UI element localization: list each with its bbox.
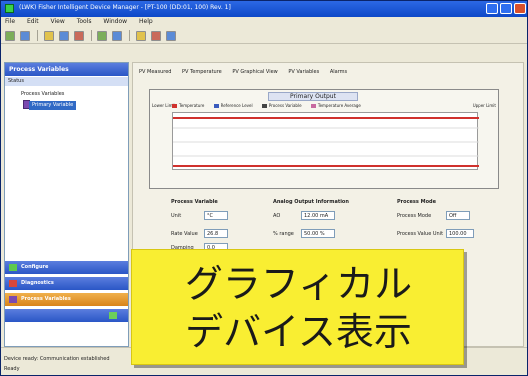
tree-root[interactable]: Status [5,77,128,86]
configure-button[interactable]: Configure [5,261,128,274]
legend-label: Process Variable [268,103,302,108]
process-variables-label: Process Variables [21,296,71,302]
maximize-button[interactable] [500,3,512,14]
expand-pane-button[interactable] [5,309,128,322]
process-variables-button[interactable]: Process Variables [5,293,128,306]
expand-icon [109,312,117,319]
ao-label: AO [273,213,281,219]
tab-alarms[interactable]: Alarms [330,69,347,75]
diagnostics-button[interactable]: Diagnostics [5,277,128,290]
process-value-unit-label: Process Value Unit [397,231,444,237]
chart-lines [173,117,479,167]
menu-window[interactable]: Window [103,18,127,25]
chart-legend: Temperature Reference Level Process Vari… [172,103,369,108]
menu-view[interactable]: View [51,18,65,25]
print-icon[interactable] [73,31,84,41]
ao-field[interactable]: 12.00 mA [301,211,335,220]
menu-edit[interactable]: Edit [27,18,39,25]
diagnostics-label: Diagnostics [21,280,54,286]
app-window: (LWK) Fisher Intelligent Device Manager … [0,0,528,376]
process-mode-label: Process Mode [397,213,432,219]
unit-label: Unit [171,213,182,219]
caption-overlay: グラフィカル デバイス表示 [131,249,464,365]
legend-label: Temperature Average [317,103,361,108]
process-mode-field[interactable]: Off [446,211,470,220]
rate-value-label: Rate Value [171,231,198,237]
tab-pv-temperature[interactable]: PV Temperature [182,69,222,75]
minimize-button[interactable] [486,3,498,14]
alarm-icon[interactable] [151,31,162,41]
process-variables-icon [9,296,17,303]
caption-line-2: デバイス表示 [185,310,412,354]
upper-limit-label: Upper Limit [472,103,496,108]
window-title: (LWK) Fisher Intelligent Device Manager … [19,4,231,11]
configure-icon [9,264,17,271]
navigation-pane: Process Variables Status Process Variabl… [4,62,129,347]
legend-swatch [172,104,177,108]
legend-swatch [261,104,267,108]
rate-value-field[interactable]: 26.8 [204,229,228,238]
process-value-unit-field[interactable]: 100.00 [446,229,474,238]
legend-label: Temperature [179,103,205,108]
toolbar-divider [36,30,38,41]
connect-icon[interactable] [5,31,15,41]
tab-pv-measured[interactable]: PV Measured [139,69,171,75]
primary-output-chart: Primary Output Lower Limit Upper Limit T… [149,89,499,189]
diagnostics-icon [9,280,17,287]
status-ready: Ready [4,366,20,372]
chart-plot-area [172,112,479,170]
refresh-icon[interactable] [97,31,108,41]
toolbar-divider [90,30,92,41]
save-icon[interactable] [58,31,69,41]
back-icon[interactable] [112,31,123,41]
open-icon[interactable] [43,31,54,41]
legend-item: Reference Level [213,103,253,108]
process-mode-title: Process Mode [397,199,436,205]
chart-title: Primary Output [268,92,358,101]
tree-item-primary-variable[interactable]: Primary Variable [29,101,77,110]
status-message: Device ready: Communication established [4,356,110,362]
unit-field[interactable]: °C [204,211,228,220]
toolbar [1,27,527,44]
menu-file[interactable]: File [5,18,15,25]
toolbar-divider [129,30,131,41]
menu-help[interactable]: Help [139,18,153,25]
analog-output-title: Analog Output Information [273,199,349,205]
chart-icon[interactable] [136,31,147,41]
device-icon[interactable] [19,31,30,41]
close-button[interactable] [514,3,526,14]
menu-bar: File Edit View Tools Window Help [1,17,527,27]
process-variable-title: Process Variable [171,199,218,205]
legend-swatch [310,104,316,108]
caption-line-1: グラフィカル [184,262,413,306]
title-bar: (LWK) Fisher Intelligent Device Manager … [1,1,527,17]
percent-range-field[interactable]: 50.00 % [301,229,335,238]
tab-strip: PV Measured PV Temperature PV Graphical … [139,69,356,75]
app-icon [5,4,14,13]
percent-range-label: % range [273,231,294,237]
legend-swatch [213,104,219,108]
pane-header: Process Variables [5,63,128,76]
legend-item: Temperature Average [310,103,361,108]
tab-pv-variables[interactable]: PV Variables [288,69,319,75]
menu-tools[interactable]: Tools [77,18,92,25]
legend-item: Process Variable [261,103,302,108]
tree-device[interactable]: Process Variables [21,91,64,97]
tab-pv-graphical-view[interactable]: PV Graphical View [232,69,277,75]
legend-item: Temperature [172,103,204,108]
help-icon[interactable] [166,31,177,41]
legend-label: Reference Level [220,103,253,108]
configure-label: Configure [21,264,49,270]
